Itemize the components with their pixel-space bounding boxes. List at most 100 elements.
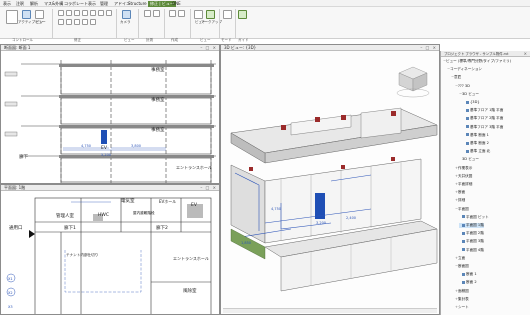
view-button[interactable] (194, 10, 203, 19)
browser-item[interactable]: 基準 立面 北 (463, 149, 490, 154)
copy-icon[interactable] (90, 10, 96, 16)
browser-item[interactable]: 断面 2 (459, 280, 477, 285)
finish-button[interactable] (238, 10, 247, 19)
browser-item[interactable]: −ビュー (標準/専門分野/タイプ/ファミリ) (443, 59, 511, 64)
browser-item[interactable]: 平面図 4階 (459, 248, 484, 253)
measure-icon[interactable] (144, 10, 151, 17)
browser-item[interactable]: +面積図 (455, 289, 469, 294)
browser-item[interactable]: 平面図 2階 (459, 231, 484, 236)
browser-item[interactable]: 断面 1 (459, 272, 477, 277)
browser-item[interactable]: +平面詳細 (455, 182, 472, 187)
3d-view-title: 3D ビュー: {3D} (221, 45, 439, 51)
browser-item-label: 断面 1 (466, 272, 477, 277)
room-label: 電気室 (121, 199, 135, 204)
section-view-pane[interactable]: 断面図: 断面 1 – □ × 事務室 事務室 事務室 廊下 EV エントランス… (0, 44, 220, 184)
grid-label: X1 (8, 277, 13, 281)
browser-item[interactable]: +詳細 (455, 198, 465, 203)
browser-item-label: 平面図 4階 (466, 247, 484, 252)
browser-item[interactable]: −平面図 (455, 207, 469, 212)
align-icon[interactable] (58, 10, 64, 16)
grid-label: X2 (8, 291, 13, 295)
ribbon-group-view-2: ビュー (200, 38, 211, 42)
room-label: 通用口 (9, 226, 23, 231)
ribbon-group-guide: ガイド (238, 38, 249, 42)
rotate-icon[interactable] (98, 10, 104, 16)
browser-item[interactable]: −3D ビュー (459, 92, 479, 97)
browser-item[interactable]: 基準フロア 3階 平面 (463, 125, 503, 130)
offset-icon[interactable] (66, 10, 72, 16)
modify-tool-button[interactable] (6, 10, 18, 24)
room-label: 事務室 (151, 98, 165, 103)
move-icon[interactable] (82, 10, 88, 16)
window-controls[interactable]: – □ × (200, 45, 217, 50)
browser-item[interactable]: −??? 3D (455, 84, 470, 88)
room-label: 管理人室 (56, 214, 74, 219)
camera-button[interactable] (122, 10, 131, 19)
browser-item[interactable]: +集計表 (455, 297, 469, 302)
browser-item[interactable]: 平面図 ピット (459, 215, 489, 220)
browser-item[interactable]: +断面 (455, 190, 465, 195)
browser-item[interactable]: 基準フロア 1階 平面 (463, 108, 503, 113)
scale-icon[interactable] (74, 19, 80, 25)
room-label: エントランスホール (173, 256, 209, 261)
pin-small-icon[interactable] (82, 19, 88, 25)
dimension-label: 4,750 (81, 144, 92, 148)
markup-button[interactable] (206, 10, 215, 19)
browser-item[interactable]: 基準 断面 2 (463, 141, 489, 146)
browser-item[interactable]: 平面図 1階 (459, 223, 484, 228)
browser-item[interactable]: 基準 断面 1 (463, 133, 489, 138)
active-view-button[interactable] (22, 10, 31, 19)
room-label: EV (101, 146, 107, 151)
browser-item-label: 平面詳細 (458, 182, 473, 186)
dimension-label: 3,800 (131, 144, 142, 148)
viewcube (396, 66, 430, 98)
browser-item[interactable]: 平面図 3階 (459, 239, 484, 244)
browser-item[interactable]: −断面図 (455, 264, 469, 269)
dimension-icon[interactable] (153, 10, 160, 17)
3d-model (230, 66, 438, 292)
view-icon (462, 272, 465, 276)
browser-item[interactable]: +シート (455, 305, 469, 310)
create-group-icon[interactable] (169, 10, 176, 17)
browser-item-label: 3D ビュー (462, 91, 479, 96)
menu-tab-10[interactable]: ONE (172, 1, 181, 6)
browser-item[interactable]: −コーディネーション (447, 67, 482, 72)
view-icon (462, 231, 465, 235)
create-parts-icon[interactable] (178, 10, 185, 17)
dimension-label: 4,750 (271, 207, 282, 211)
browser-item[interactable]: 3D ビュー (459, 157, 479, 162)
window-controls[interactable]: – □ × (200, 185, 217, 190)
browser-item[interactable]: {3D} (463, 100, 480, 104)
plan-view-pane[interactable]: 平面図: 1階 – □ × 管理人室 HWC 廊下1 廊下2 通用口 テナント内… (0, 184, 220, 315)
close-icon[interactable]: × (524, 51, 528, 56)
ribbon-group-modify: 修正 (74, 38, 81, 42)
browser-item-label: シート (458, 305, 469, 309)
browser-item[interactable]: −意匠 (451, 75, 461, 80)
browser-item[interactable]: +天井伏図 (455, 174, 472, 179)
browser-item[interactable]: +立面 (455, 256, 465, 261)
project-browser[interactable]: プロジェクト ブラウザ - サンプル物件.rvt × −ビュー (標準/専門分野… (440, 51, 530, 315)
pin-button[interactable] (35, 10, 44, 19)
menu-tab-8[interactable]: Structure (128, 1, 147, 6)
ribbon-group-mode: モード (221, 38, 232, 42)
ribbon-separator (219, 9, 220, 39)
view-control-bar[interactable] (223, 308, 437, 313)
split-icon[interactable] (58, 19, 64, 25)
dimension-label: 1,850 (241, 241, 252, 245)
room-label: 屋内避難階段 (133, 211, 155, 215)
ribbon-group-view: ビュー (124, 38, 135, 42)
mirror-icon[interactable] (74, 10, 80, 16)
browser-item-label: 基準フロア 2階 平面 (470, 116, 504, 121)
room-label: 事務室 (151, 128, 165, 133)
browser-item[interactable]: 基準フロア 2階 平面 (463, 116, 503, 121)
delete-icon[interactable] (90, 19, 96, 25)
export-button[interactable] (223, 10, 232, 19)
3d-view-pane[interactable]: 3D ビュー: {3D} – □ × 4,750 3,200 2,400 1,8… (220, 44, 440, 315)
array-icon[interactable] (66, 19, 72, 25)
browser-item[interactable]: +作業表示 (455, 166, 472, 171)
browser-item-label: 面積図 (458, 288, 469, 293)
trim-icon[interactable] (106, 10, 112, 16)
browser-item-label: 3D ビュー (462, 157, 479, 162)
browser-item-label: 基準 断面 2 (470, 141, 489, 145)
window-controls[interactable]: – □ × (420, 45, 437, 50)
